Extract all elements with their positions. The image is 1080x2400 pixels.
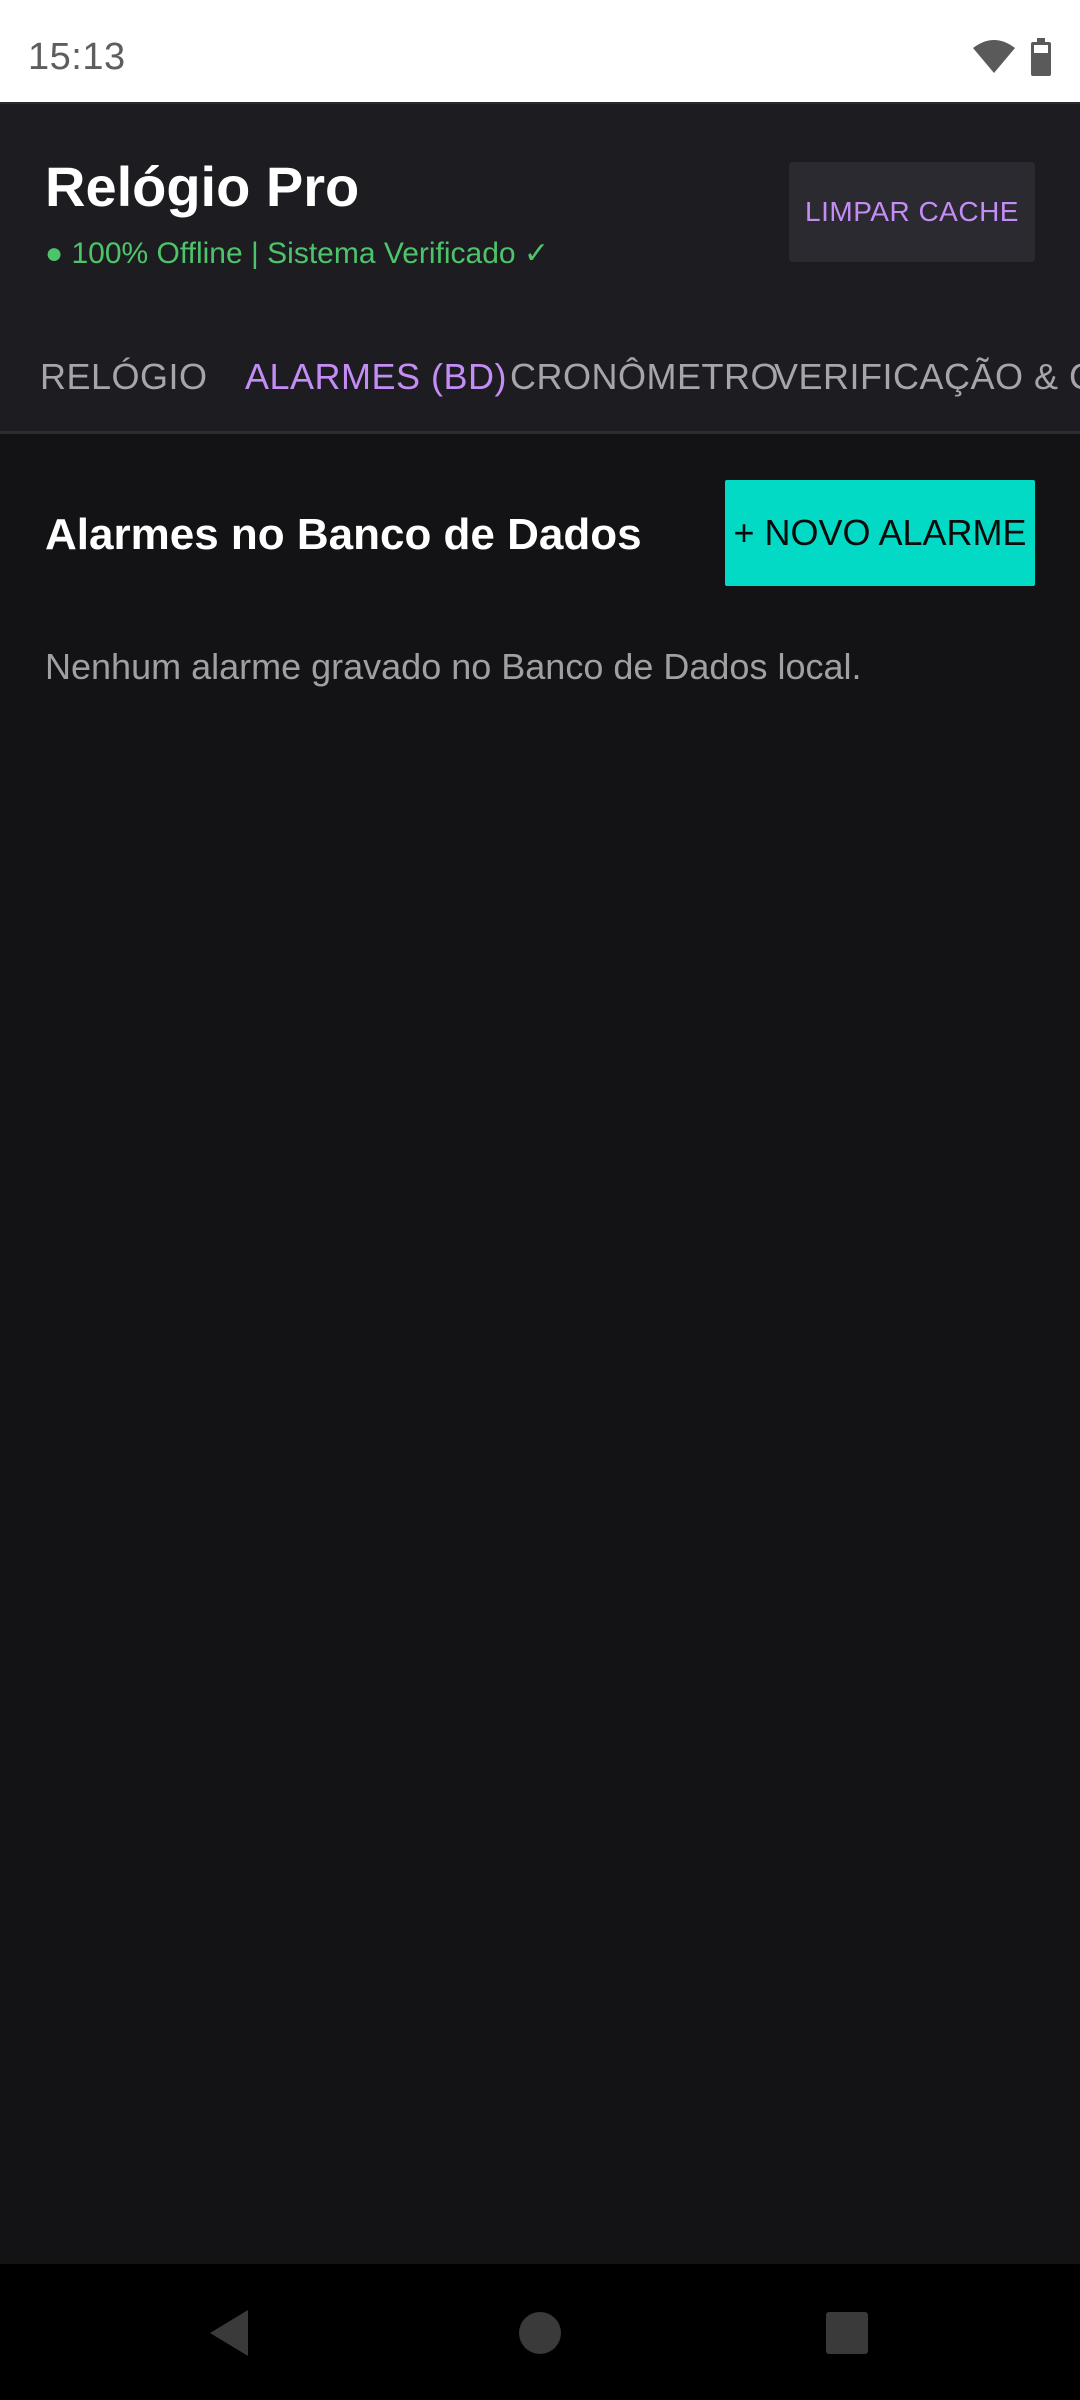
screen: 15:13 Relógio Pro ● 100% Offline | Siste… <box>0 0 1080 2400</box>
clear-cache-button[interactable]: LIMPAR CACHE <box>789 162 1035 262</box>
tab-relogio[interactable]: RELÓGIO <box>40 356 208 398</box>
status-time: 15:13 <box>28 36 126 78</box>
alarms-content: Alarmes no Banco de Dados + NOVO ALARME … <box>0 434 1080 2264</box>
new-alarm-button[interactable]: + NOVO ALARME <box>725 480 1035 586</box>
back-icon[interactable] <box>204 2306 258 2360</box>
app-title: Relógio Pro <box>45 155 360 218</box>
home-icon[interactable] <box>513 2306 567 2360</box>
tab-verificacao[interactable]: VERIFICAÇÃO & C <box>774 356 1080 398</box>
recents-icon[interactable] <box>820 2306 874 2360</box>
status-icons <box>972 38 1052 81</box>
empty-state-message: Nenhum alarme gravado no Banco de Dados … <box>45 646 862 687</box>
wifi-icon <box>972 40 1016 79</box>
status-bar: 15:13 <box>0 0 1080 104</box>
tab-bar: RELÓGIO ALARMES (BD) CRONÔMETRO VERIFICA… <box>0 334 1080 430</box>
app-header: Relógio Pro ● 100% Offline | Sistema Ver… <box>0 104 1080 434</box>
tab-alarmes[interactable]: ALARMES (BD) <box>245 356 507 398</box>
section-title: Alarmes no Banco de Dados <box>45 510 642 559</box>
system-status-text: ● 100% Offline | Sistema Verificado ✓ <box>45 237 550 270</box>
tab-cronometro[interactable]: CRONÔMETRO <box>510 356 779 398</box>
navigation-bar <box>0 2264 1080 2400</box>
battery-icon <box>1030 38 1052 81</box>
